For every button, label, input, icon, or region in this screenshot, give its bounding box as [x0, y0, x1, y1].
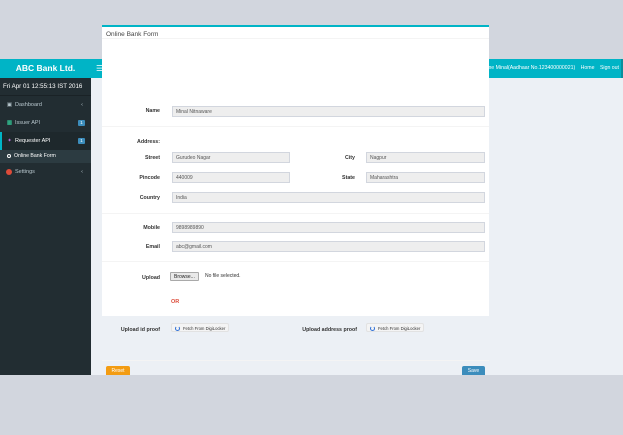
settings-icon: [6, 168, 12, 175]
chevron-left-icon: ‹: [81, 169, 83, 175]
navbar-right: Welcome Minal(Aadhaar No.123400000021) H…: [473, 59, 619, 78]
pincode-field[interactable]: 440009: [172, 172, 290, 183]
datetime-display: Fri Apr 01 12:55:13 IST 2016: [0, 78, 91, 96]
name-label: Name: [145, 108, 160, 114]
home-link[interactable]: Home: [581, 65, 595, 71]
sidebar: Fri Apr 01 12:55:13 IST 2016 ▣ Dashboard …: [0, 78, 91, 375]
signout-link[interactable]: Sign out: [600, 65, 619, 71]
city-field[interactable]: Nagpur: [366, 152, 485, 163]
divider: [102, 213, 489, 214]
sidebar-item-label: Settings: [15, 169, 35, 175]
name-field[interactable]: Minal Nitnaware: [172, 106, 485, 117]
mobile-field[interactable]: 9898989890: [172, 222, 485, 233]
save-button[interactable]: Save: [462, 366, 485, 375]
divider: [102, 261, 489, 262]
fetch-label: Fetch From DigiLocker: [378, 326, 421, 331]
browse-button[interactable]: Browse...: [170, 272, 199, 281]
upload-id-proof-label: Upload id proof: [120, 327, 160, 333]
fetch-digilocker-id-button[interactable]: Fetch From DigiLocker: [171, 323, 230, 332]
city-label: City: [344, 155, 355, 161]
digilocker-icon: [175, 326, 180, 332]
no-file-text: No file selected.: [205, 273, 241, 279]
sidebar-item-dashboard[interactable]: ▣ Dashboard ‹: [0, 96, 91, 114]
circle-icon: [7, 153, 11, 158]
sidebar-item-requester-api[interactable]: ✦ Requester API 1: [0, 132, 91, 150]
mobile-label: Mobile: [143, 225, 160, 231]
divider: [102, 360, 489, 361]
address-label: Address:: [137, 139, 160, 145]
sidebar-item-settings[interactable]: Settings ‹: [0, 163, 91, 181]
street-label: Street: [144, 155, 160, 161]
state-field[interactable]: Maharashtra: [366, 172, 485, 183]
email-label: Email: [145, 244, 160, 250]
count-badge: 1: [78, 120, 85, 126]
fetch-label: Fetch From DigiLocker: [183, 326, 226, 331]
logo[interactable]: ABC Bank Ltd.: [0, 59, 91, 78]
count-badge: 1: [78, 138, 85, 144]
sidebar-item-online-bank-form[interactable]: Online Bank Form: [0, 150, 91, 163]
country-label: Country: [139, 195, 160, 201]
sidebar-item-issuer-api[interactable]: ▥ Issuer API 1: [0, 114, 91, 132]
reset-button[interactable]: Reset: [106, 366, 130, 375]
dashboard-icon: ▣: [6, 102, 13, 108]
fetch-digilocker-address-button[interactable]: Fetch From DigiLocker: [366, 323, 425, 332]
street-field[interactable]: Gurudeo Nagar: [172, 152, 290, 163]
sidebar-submenu: Online Bank Form: [0, 150, 91, 163]
online-bank-form-box: Online Bank Form: [102, 25, 489, 316]
digilocker-icon: [370, 326, 375, 332]
divider: [102, 38, 489, 39]
sidebar-item-label: Issuer API: [15, 120, 41, 126]
form-title: Online Bank Form: [106, 31, 159, 38]
email-field[interactable]: abc@gmail.com: [172, 241, 485, 252]
sidebar-item-label: Requester API: [15, 138, 51, 144]
issuer-icon: ▥: [6, 120, 13, 126]
divider: [102, 126, 489, 127]
upload-label: Upload: [142, 275, 160, 281]
state-label: State: [342, 175, 355, 181]
or-text: OR: [171, 299, 180, 305]
sidebar-item-label: Dashboard: [15, 102, 42, 108]
country-field[interactable]: India: [172, 192, 485, 203]
sidebar-item-label: Online Bank Form: [14, 153, 56, 159]
upload-address-proof-label: Upload address proof: [302, 327, 357, 333]
pincode-label: Pincode: [139, 175, 160, 181]
requester-icon: ✦: [7, 138, 12, 144]
chevron-left-icon: ‹: [81, 102, 83, 108]
